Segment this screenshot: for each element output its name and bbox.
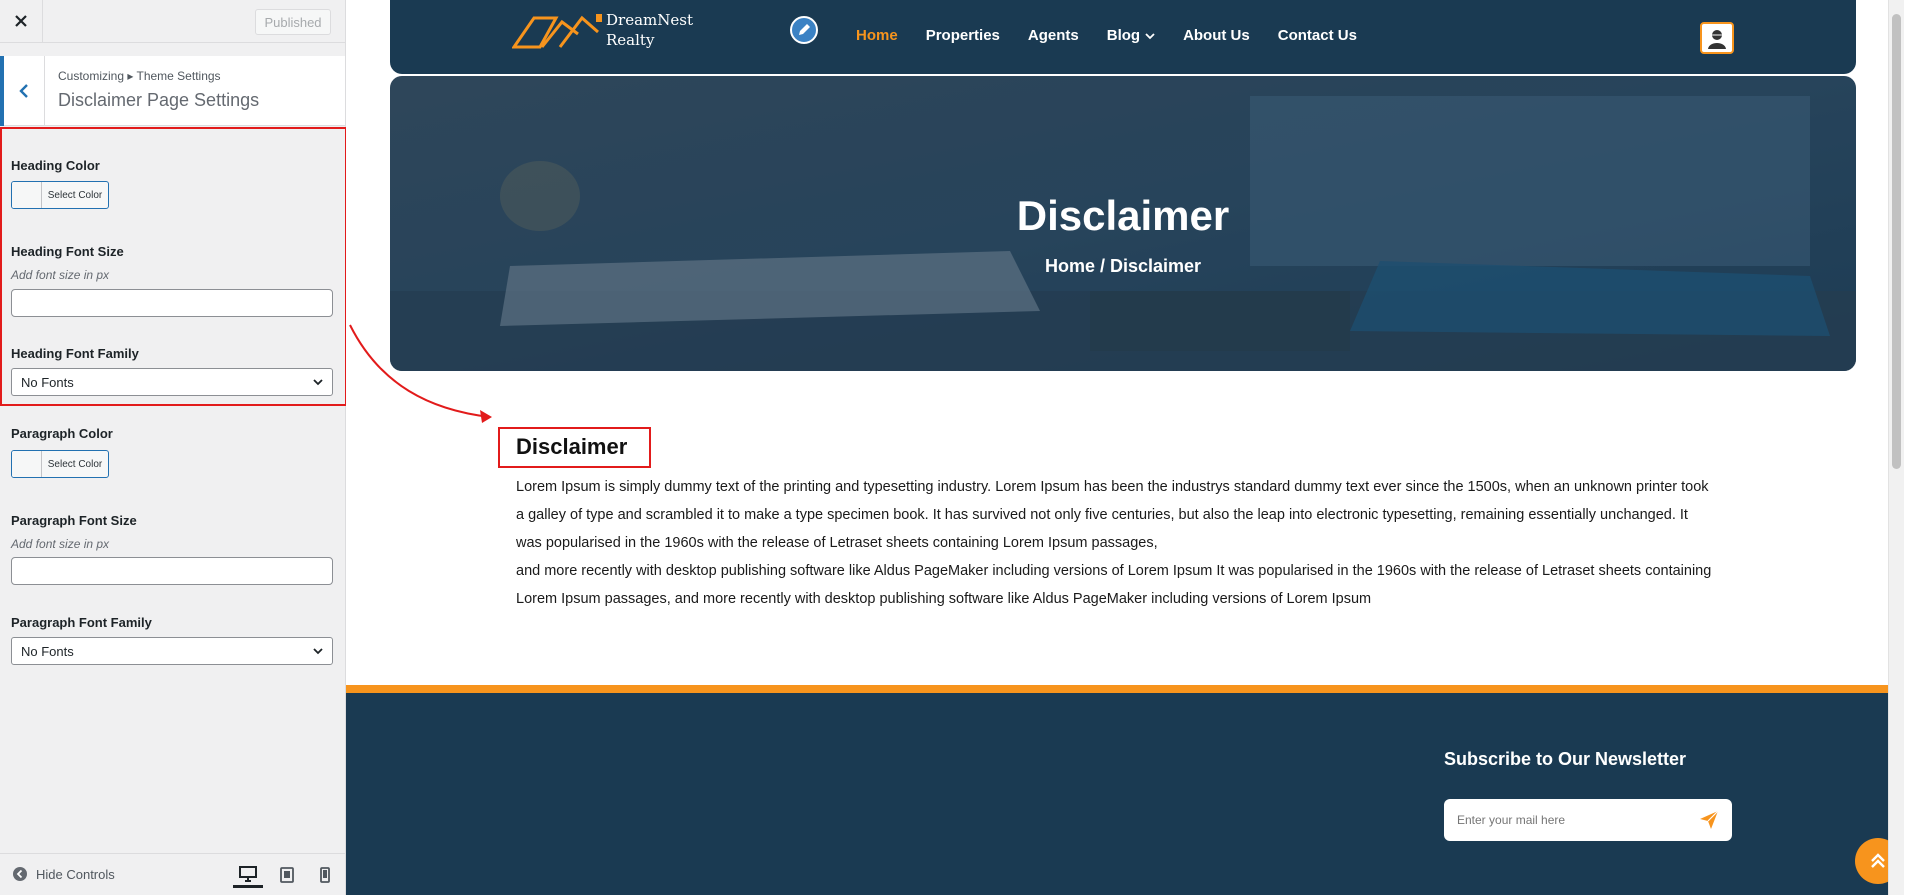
scrollbar-thumb[interactable] — [1892, 14, 1901, 469]
nav-about-us[interactable]: About Us — [1183, 27, 1250, 44]
color-swatch — [12, 182, 42, 208]
color-swatch — [12, 451, 42, 477]
section-header: Customizing ▸ Theme Settings Disclaimer … — [0, 56, 345, 126]
paragraph-font-family-select[interactable]: No Fonts — [11, 637, 333, 665]
site-preview: DreamNest Realty Home Properties Agents … — [346, 0, 1904, 895]
close-icon — [15, 15, 27, 27]
back-button[interactable] — [0, 56, 45, 126]
section-title: Disclaimer Page Settings — [58, 90, 260, 110]
customizer-sidebar: Published Customizing ▸ Theme Settings D… — [0, 0, 347, 895]
paragraph-font-family-label: Paragraph Font Family — [11, 615, 152, 630]
chevron-down-icon — [313, 648, 323, 655]
hide-controls-label: Hide Controls — [36, 866, 115, 882]
disclaimer-paragraph: Lorem Ipsum is simply dummy text of the … — [516, 479, 1709, 551]
footer-accent-band — [346, 685, 1888, 693]
double-chevron-up-icon — [1871, 853, 1885, 868]
preview-scrollbar[interactable] — [1888, 0, 1904, 895]
newsletter-title: Subscribe to Our Newsletter — [1444, 749, 1687, 769]
nav-blog[interactable]: Blog — [1107, 27, 1155, 44]
hero-breadcrumb: Home / Disclaimer — [1044, 256, 1202, 276]
heading-font-family-label: Heading Font Family — [11, 346, 139, 361]
site-header: DreamNest Realty Home Properties Agents … — [390, 0, 1856, 74]
avatar-icon — [1708, 30, 1726, 49]
nav-blog-label: Blog — [1106, 27, 1141, 44]
customizer-breadcrumb: Customizing ▸ Theme Settings — [58, 69, 221, 83]
selected-value: No Fonts — [21, 374, 74, 390]
nav-contact-us[interactable]: Contact Us — [1278, 27, 1357, 44]
nav-properties[interactable]: Properties — [926, 27, 1000, 44]
main-nav: Home Properties Agents Blog About Us Con… — [856, 27, 1385, 44]
nav-agents[interactable]: Agents — [1028, 27, 1079, 44]
chevron-down-icon — [313, 379, 323, 386]
user-avatar-button[interactable] — [1700, 22, 1734, 54]
desktop-icon — [239, 865, 257, 882]
device-desktop-button[interactable] — [233, 862, 263, 888]
brand-name-line1: DreamNest — [606, 11, 693, 29]
hero-banner: Disclaimer Home / Disclaimer — [390, 76, 1856, 371]
site-footer: Subscribe to Our Newsletter — [346, 693, 1888, 895]
heading-font-size-input[interactable] — [11, 289, 333, 317]
edit-shortcut-button[interactable] — [790, 16, 818, 44]
heading-font-size-label: Heading Font Size — [11, 244, 124, 259]
paragraph-font-size-label: Paragraph Font Size — [11, 513, 137, 528]
brand-name-line2: Realty — [606, 31, 655, 49]
brand-name[interactable]: DreamNest Realty — [606, 10, 726, 50]
publish-button[interactable]: Published — [255, 9, 331, 35]
send-icon[interactable] — [1698, 809, 1720, 831]
paragraph-font-size-description: Add font size in px — [11, 537, 110, 551]
chevron-left-icon — [19, 84, 28, 98]
newsletter-form — [1444, 799, 1732, 841]
paragraph-font-size-input[interactable] — [11, 557, 333, 585]
hero-title: Disclaimer — [1016, 192, 1230, 239]
chevron-down-icon — [1145, 32, 1155, 39]
heading-font-family-select[interactable]: No Fonts — [11, 368, 333, 396]
annotation-arrow — [349, 324, 492, 423]
disclaimer-paragraph: and more recently with desktop publishin… — [516, 563, 1712, 607]
mobile-icon — [320, 867, 330, 883]
nav-home[interactable]: Home — [856, 27, 898, 44]
pencil-icon — [799, 24, 810, 35]
paragraph-color-picker[interactable]: Select Color — [11, 450, 109, 478]
customizer-footer: Hide Controls — [0, 853, 345, 895]
heading-color-picker[interactable]: Select Color — [11, 181, 109, 209]
select-color-label: Select Color — [47, 189, 103, 201]
disclaimer-body: Lorem Ipsum is simply dummy text of the … — [516, 473, 1716, 613]
tablet-icon — [280, 867, 294, 883]
close-button[interactable] — [0, 0, 43, 42]
hide-controls-button[interactable]: Hide Controls — [12, 866, 115, 882]
heading-color-label: Heading Color — [11, 158, 100, 173]
selected-value: No Fonts — [21, 643, 74, 659]
customizer-topbar: Published — [0, 0, 345, 43]
select-color-label: Select Color — [47, 458, 103, 470]
collapse-icon — [13, 867, 27, 881]
brand-logo — [512, 14, 602, 49]
paragraph-color-label: Paragraph Color — [11, 426, 113, 441]
device-mobile-button[interactable] — [310, 862, 340, 888]
device-tablet-button[interactable] — [272, 862, 302, 888]
heading-font-size-description: Add font size in px — [11, 268, 110, 282]
newsletter-email-input[interactable] — [1457, 809, 1687, 831]
disclaimer-heading: Disclaimer — [516, 434, 628, 459]
